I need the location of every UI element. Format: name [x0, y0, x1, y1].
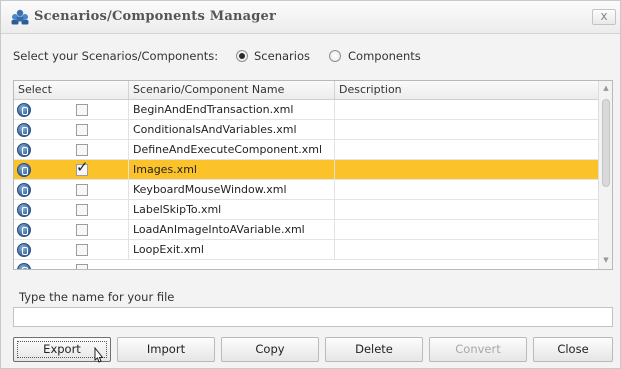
delete-button-label: Delete	[355, 342, 393, 356]
selector-label: Select your Scenarios/Components:	[13, 49, 219, 63]
delete-button[interactable]: Delete	[325, 337, 423, 362]
row-checkbox[interactable]	[76, 224, 88, 236]
select-cell: ✓	[14, 160, 129, 180]
scenario-icon	[17, 163, 31, 177]
row-checkbox[interactable]	[76, 144, 88, 156]
close-icon: x	[600, 9, 608, 23]
select-cell	[14, 240, 129, 260]
table-row[interactable]: LoopExit.xml	[14, 240, 598, 260]
name-cell: ConditionalsAndVariables.xml	[129, 120, 335, 140]
column-header-select[interactable]: Select	[14, 81, 129, 99]
description-cell	[335, 140, 598, 160]
scenario-icon	[17, 203, 31, 217]
table-row[interactable]: BeginAndEndTransaction.xml	[14, 100, 598, 120]
table-row[interactable]: LabelSkipTo.xml	[14, 200, 598, 220]
table-row[interactable]: KeyboardMouseWindow.xml	[14, 180, 598, 200]
window-title: Scenarios/Components Manager	[34, 9, 277, 24]
name-cell: LabelSkipTo.xml	[129, 200, 335, 220]
select-cell	[14, 100, 129, 120]
name-cell: LoopExit.xml	[129, 240, 335, 260]
mouse-cursor-icon	[94, 347, 104, 363]
name-cell: LoadAnImageIntoAVariable.xml	[129, 220, 335, 240]
name-cell: DefineAndExecuteComponent.xml	[129, 140, 335, 160]
description-cell	[335, 220, 598, 240]
scroll-thumb[interactable]	[602, 99, 610, 187]
title-bar[interactable]: Scenarios/Components Manager x	[1, 1, 620, 34]
scenario-icon	[17, 103, 31, 117]
grid-header: Select Scenario/Component Name Descripti…	[14, 81, 598, 100]
import-button-label: Import	[146, 342, 186, 356]
copy-button-label: Copy	[255, 342, 285, 356]
table-row[interactable]	[14, 260, 598, 269]
table-row[interactable]: ConditionalsAndVariables.xml	[14, 120, 598, 140]
scenario-icon	[17, 143, 31, 157]
table-row[interactable]: ✓ Images.xml	[14, 160, 598, 180]
name-cell: BeginAndEndTransaction.xml	[129, 100, 335, 120]
description-cell	[335, 100, 598, 120]
scenario-icon	[17, 223, 31, 237]
scenario-icon	[17, 183, 31, 197]
column-header-name[interactable]: Scenario/Component Name	[129, 81, 335, 99]
column-header-description[interactable]: Description	[335, 81, 598, 99]
description-cell	[335, 180, 598, 200]
select-cell	[14, 220, 129, 240]
table-row[interactable]: DefineAndExecuteComponent.xml	[14, 140, 598, 160]
select-cell	[14, 140, 129, 160]
file-name-input[interactable]	[13, 307, 613, 327]
scenario-icon	[17, 123, 31, 137]
row-checkbox[interactable]: ✓	[76, 160, 89, 176]
close-window-button[interactable]: x	[592, 9, 616, 25]
import-button[interactable]: Import	[117, 337, 215, 362]
scenarios-radio[interactable]	[236, 50, 248, 62]
scenario-grid[interactable]: Select Scenario/Component Name Descripti…	[13, 80, 613, 270]
convert-button: Convert	[429, 337, 527, 362]
file-name-label: Type the name for your file	[19, 290, 175, 304]
row-checkbox[interactable]	[76, 244, 88, 256]
description-cell	[335, 120, 598, 140]
select-cell	[14, 180, 129, 200]
checkmark-icon: ✓	[76, 160, 89, 176]
close-button[interactable]: Close	[533, 337, 613, 362]
row-checkbox[interactable]	[76, 124, 88, 136]
table-row[interactable]: LoadAnImageIntoAVariable.xml	[14, 220, 598, 240]
scroll-up-icon[interactable]: ▲	[599, 81, 612, 95]
users-icon	[11, 9, 29, 25]
select-cell	[14, 200, 129, 220]
convert-button-label: Convert	[455, 342, 501, 356]
scenarios-radio-label[interactable]: Scenarios	[254, 49, 310, 63]
row-checkbox[interactable]	[76, 104, 88, 116]
name-cell: KeyboardMouseWindow.xml	[129, 180, 335, 200]
name-cell: Images.xml	[129, 160, 335, 180]
description-cell	[335, 160, 598, 180]
description-cell	[335, 240, 598, 260]
components-radio[interactable]	[329, 50, 341, 62]
description-cell	[335, 200, 598, 220]
row-checkbox[interactable]	[76, 264, 88, 269]
manager-window: Scenarios/Components Manager x Select yo…	[0, 0, 621, 369]
scroll-down-icon[interactable]: ▼	[599, 253, 612, 267]
components-radio-label[interactable]: Components	[348, 49, 421, 63]
row-checkbox[interactable]	[76, 184, 88, 196]
close-button-label: Close	[557, 342, 589, 356]
vertical-scrollbar[interactable]: ▲ ▼	[598, 81, 612, 269]
scenario-icon	[17, 243, 31, 257]
copy-button[interactable]: Copy	[221, 337, 319, 362]
scenario-icon	[17, 263, 31, 269]
row-checkbox[interactable]	[76, 204, 88, 216]
select-cell	[14, 120, 129, 140]
